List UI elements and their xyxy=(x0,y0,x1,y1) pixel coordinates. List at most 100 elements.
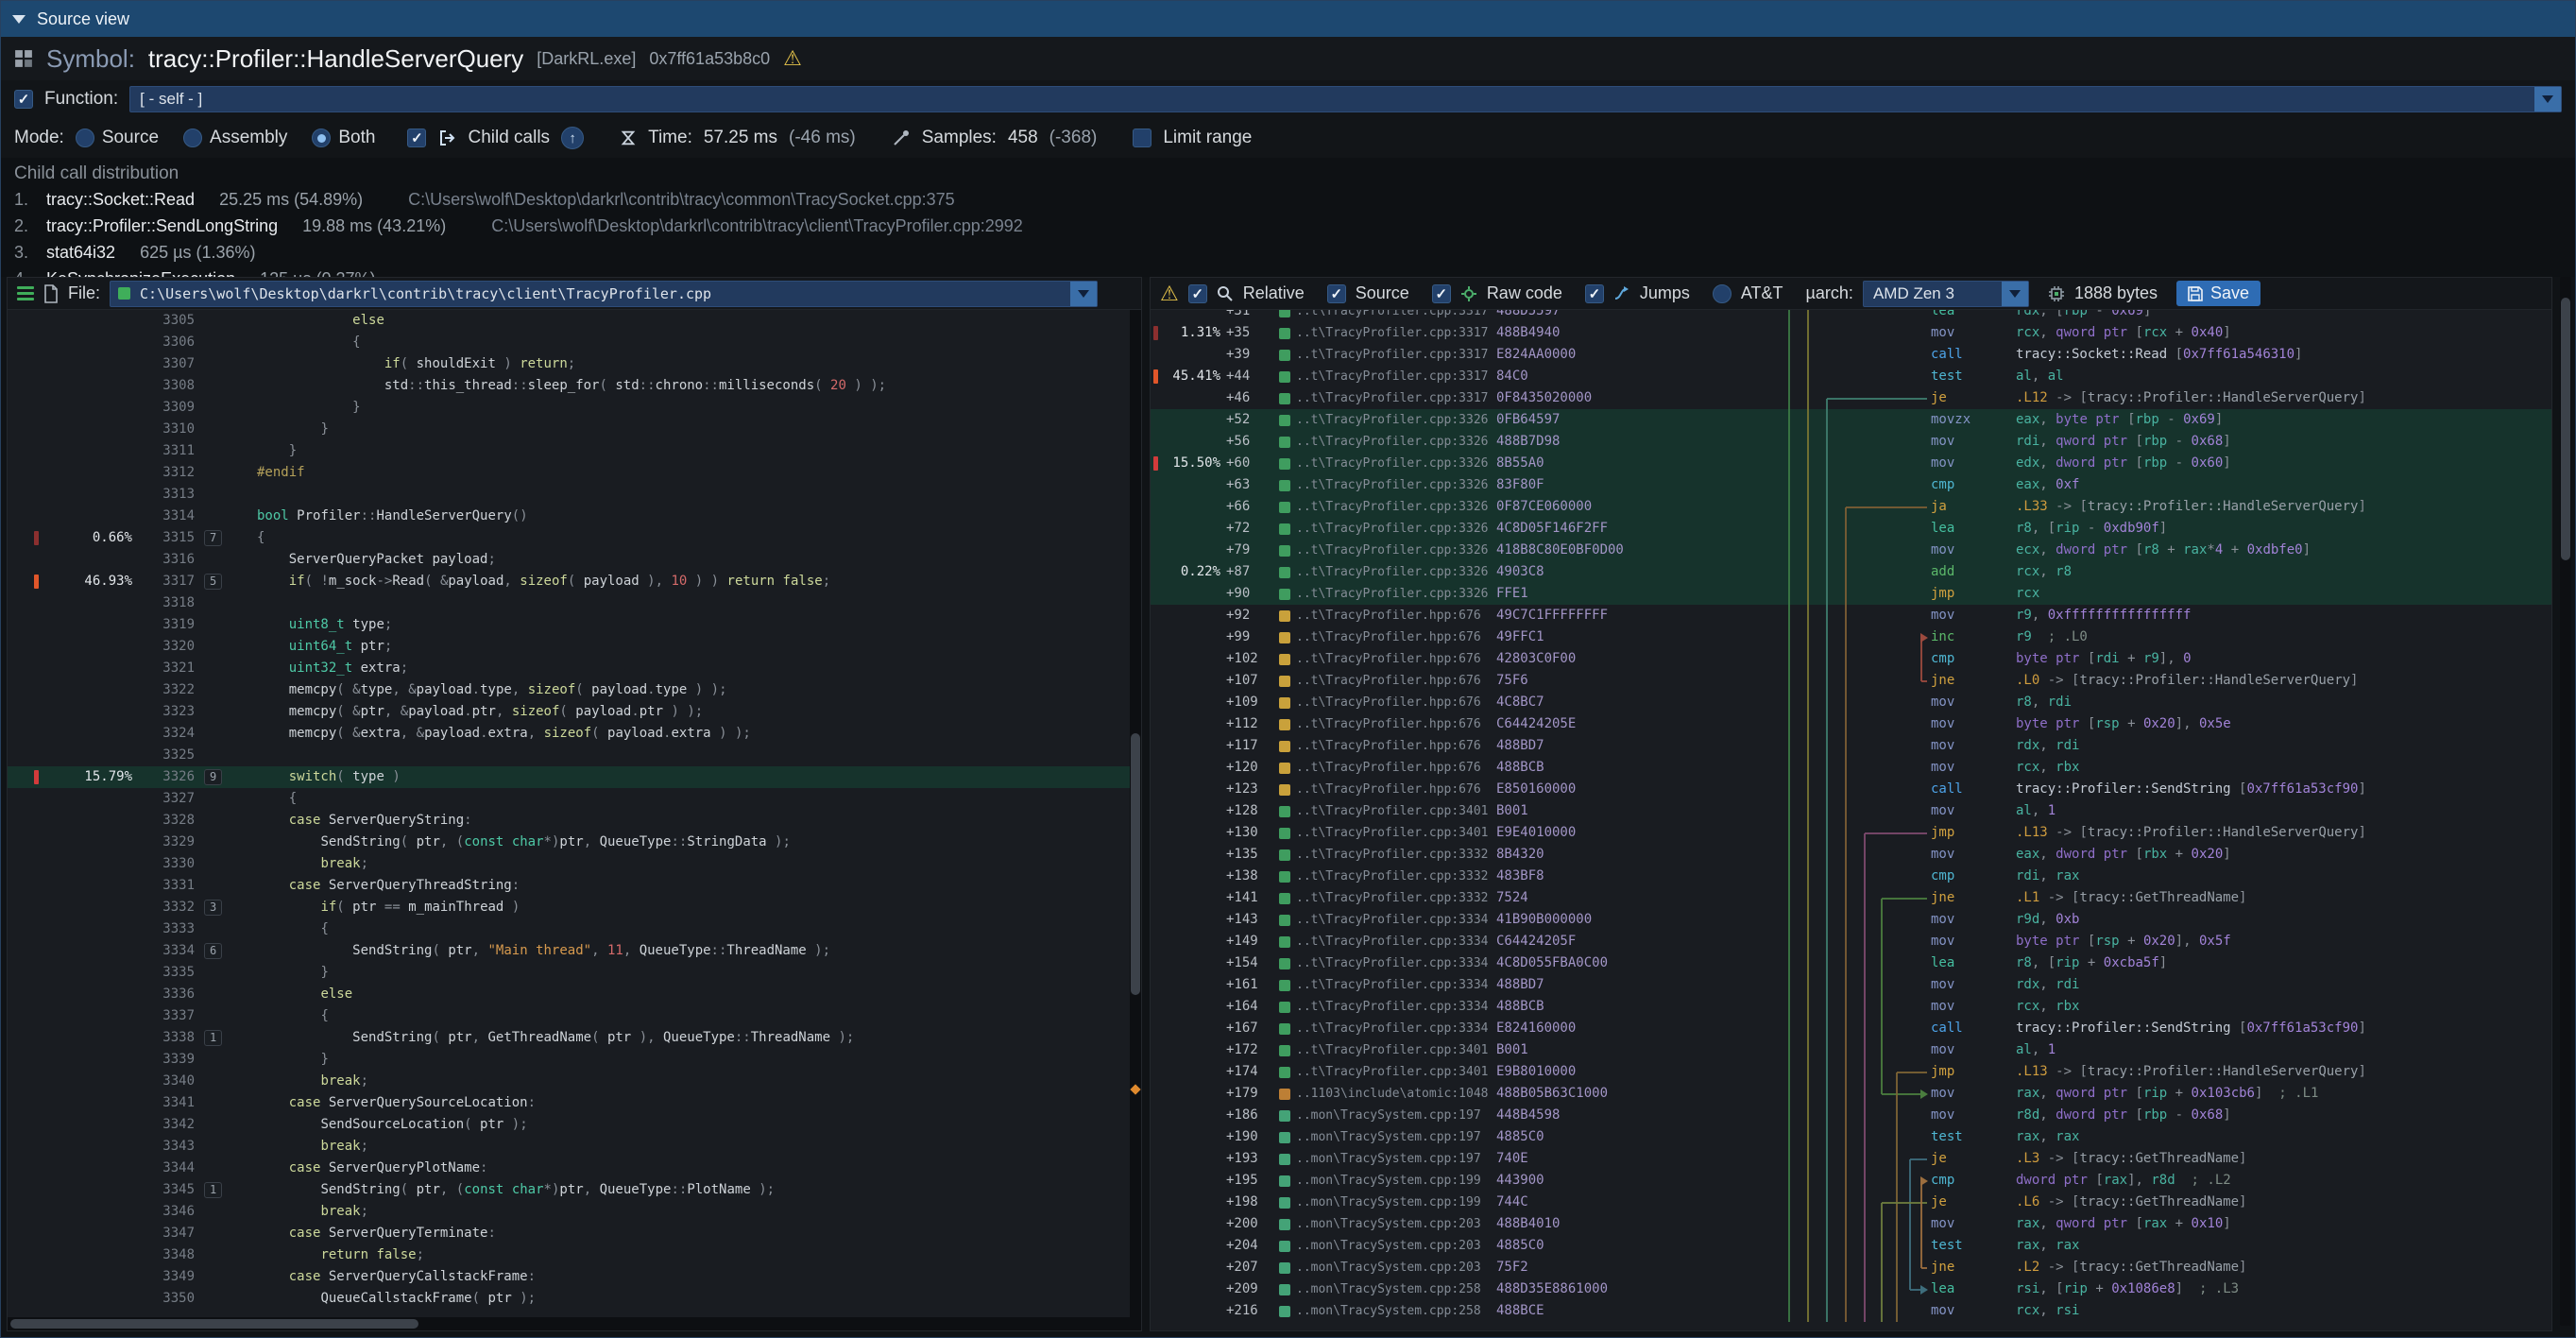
asm-source-location[interactable]: ..mon\TracySystem.cpp:199 xyxy=(1279,1170,1496,1192)
source-line[interactable]: 3349 case ServerQueryCallstackFrame: xyxy=(8,1266,1141,1288)
asm-row[interactable]: +130..t\TracyProfiler.cpp:3401E9E4010000… xyxy=(1151,822,2551,844)
asm-source-location[interactable]: ..t\TracyProfiler.cpp:3401 xyxy=(1279,800,1496,822)
asm-row[interactable]: +172..t\TracyProfiler.cpp:3401B001moval,… xyxy=(1151,1039,2551,1061)
mode-radio-both[interactable]: Both xyxy=(312,128,375,148)
asm-source-location[interactable]: ..t\TracyProfiler.hpp:676 xyxy=(1279,735,1496,757)
source-line[interactable]: 3305 else xyxy=(8,310,1141,332)
asm-source-location[interactable]: ..mon\TracySystem.cpp:197 xyxy=(1279,1148,1496,1170)
asm-row[interactable]: +39..t\TracyProfiler.cpp:3317E824AA0000c… xyxy=(1151,344,2551,366)
assembly-view[interactable]: +31..t\TracyProfiler.cpp:3317488D5597lea… xyxy=(1151,310,2551,1330)
asm-source-location[interactable]: ..t\TracyProfiler.cpp:3334 xyxy=(1279,974,1496,996)
source-line[interactable]: 3307 if( shouldExit ) return; xyxy=(8,353,1141,375)
source-line[interactable]: 3306 { xyxy=(8,332,1141,353)
asm-row[interactable]: +117..t\TracyProfiler.hpp:676488BD7movrd… xyxy=(1151,735,2551,757)
asm-source-location[interactable]: ..mon\TracySystem.cpp:197 xyxy=(1279,1126,1496,1148)
asm-source-location[interactable]: ..t\TracyProfiler.cpp:3326 xyxy=(1279,409,1496,431)
asm-row[interactable]: 1.31%+35..t\TracyProfiler.cpp:3317488B49… xyxy=(1151,322,2551,344)
function-combo[interactable]: [ - self - ] xyxy=(129,86,2562,112)
source-line[interactable]: 15.79%33269 switch( type ) xyxy=(8,766,1141,788)
source-line[interactable]: 3336 else xyxy=(8,984,1141,1005)
asm-row[interactable]: +190..mon\TracySystem.cpp:1974885C0testr… xyxy=(1151,1126,2551,1148)
asm-source-location[interactable]: ..t\TracyProfiler.cpp:3332 xyxy=(1279,887,1496,909)
att-radio[interactable] xyxy=(1713,284,1732,303)
asm-source-location[interactable]: ..1103\include\atomic:1048 xyxy=(1279,1083,1496,1105)
asm-row[interactable]: +112..t\TracyProfiler.hpp:676C64424205Em… xyxy=(1151,713,2551,735)
source-line[interactable]: 3335 } xyxy=(8,962,1141,984)
asm-row[interactable]: +109..t\TracyProfiler.hpp:6764C8BC7movr8… xyxy=(1151,692,2551,713)
asm-source-location[interactable]: ..mon\TracySystem.cpp:258 xyxy=(1279,1300,1496,1322)
asm-source-location[interactable]: ..t\TracyProfiler.cpp:3332 xyxy=(1279,866,1496,887)
asm-row[interactable]: +90..t\TracyProfiler.cpp:3326FFE1jmprcx xyxy=(1151,583,2551,605)
asm-row[interactable]: +31..t\TracyProfiler.cpp:3317488D5597lea… xyxy=(1151,310,2551,322)
source-checkbox[interactable] xyxy=(1327,284,1346,303)
source-line[interactable]: 3320 uint64_t ptr; xyxy=(8,636,1141,658)
asm-source-location[interactable]: ..t\TracyProfiler.cpp:3326 xyxy=(1279,453,1496,474)
asm-source-location[interactable]: ..t\TracyProfiler.cpp:3326 xyxy=(1279,474,1496,496)
asm-source-location[interactable]: ..mon\TracySystem.cpp:258 xyxy=(1279,1278,1496,1300)
asm-row[interactable]: +164..t\TracyProfiler.cpp:3334488BCBmovr… xyxy=(1151,996,2551,1018)
asm-source-location[interactable]: ..t\TracyProfiler.cpp:3317 xyxy=(1279,387,1496,409)
asm-source-location[interactable]: ..t\TracyProfiler.hpp:676 xyxy=(1279,713,1496,735)
scrollbar-thumb[interactable] xyxy=(2561,298,2570,560)
asm-row[interactable]: +99..t\TracyProfiler.hpp:67649FFC1incr9 … xyxy=(1151,626,2551,648)
asm-row[interactable]: +128..t\TracyProfiler.cpp:3401B001moval,… xyxy=(1151,800,2551,822)
asm-source-location[interactable]: ..t\TracyProfiler.cpp:3334 xyxy=(1279,931,1496,952)
source-line[interactable]: 3350 QueueCallstackFrame( ptr ); xyxy=(8,1288,1141,1310)
source-line[interactable]: 3344 case ServerQueryPlotName: xyxy=(8,1158,1141,1179)
asm-row[interactable]: 0.22%+87..t\TracyProfiler.cpp:33264903C8… xyxy=(1151,561,2551,583)
source-line[interactable]: 3322 memcpy( &type, &payload.type, sizeo… xyxy=(8,679,1141,701)
asm-row[interactable]: +141..t\TracyProfiler.cpp:33327524jne.L1… xyxy=(1151,887,2551,909)
save-button[interactable]: Save xyxy=(2176,281,2260,306)
source-line[interactable]: 3327 { xyxy=(8,788,1141,810)
source-line[interactable]: 3343 break; xyxy=(8,1136,1141,1158)
source-line[interactable]: 3324 memcpy( &extra, &payload.extra, siz… xyxy=(8,723,1141,745)
source-line[interactable]: 3308 std::this_thread::sleep_for( std::c… xyxy=(8,375,1141,397)
source-files-icon[interactable] xyxy=(17,286,34,300)
source-code-view[interactable]: 3305 else3306 {3307 if( shouldExit ) ret… xyxy=(8,310,1141,1317)
asm-row[interactable]: +200..mon\TracySystem.cpp:203488B4010mov… xyxy=(1151,1213,2551,1235)
source-line[interactable]: 3309 } xyxy=(8,397,1141,419)
source-line[interactable]: 3316 ServerQueryPacket payload; xyxy=(8,549,1141,571)
asm-row[interactable]: +107..t\TracyProfiler.hpp:67675F6jne.L0 … xyxy=(1151,670,2551,692)
asm-source-location[interactable]: ..t\TracyProfiler.cpp:3317 xyxy=(1279,366,1496,387)
relative-checkbox[interactable] xyxy=(1188,284,1207,303)
asm-row[interactable]: +154..t\TracyProfiler.cpp:33344C8D055FBA… xyxy=(1151,952,2551,974)
asm-source-location[interactable]: ..t\TracyProfiler.cpp:3334 xyxy=(1279,952,1496,974)
source-line[interactable]: 3333 { xyxy=(8,918,1141,940)
asm-source-location[interactable]: ..mon\TracySystem.cpp:203 xyxy=(1279,1235,1496,1257)
asm-source-location[interactable]: ..t\TracyProfiler.cpp:3401 xyxy=(1279,1039,1496,1061)
collapse-triangle-icon[interactable] xyxy=(12,15,26,24)
asm-row[interactable]: +209..mon\TracySystem.cpp:258488D35E8861… xyxy=(1151,1278,2551,1300)
source-line[interactable]: 3312#endif xyxy=(8,462,1141,484)
source-line[interactable]: 3319 uint8_t type; xyxy=(8,614,1141,636)
raw-code-checkbox[interactable] xyxy=(1432,284,1451,303)
source-line[interactable]: 3340 break; xyxy=(8,1071,1141,1092)
asm-row[interactable]: +72..t\TracyProfiler.cpp:33264C8D05F146F… xyxy=(1151,518,2551,540)
asm-source-location[interactable]: ..t\TracyProfiler.cpp:3326 xyxy=(1279,540,1496,561)
asm-source-location[interactable]: ..t\TracyProfiler.hpp:676 xyxy=(1279,626,1496,648)
asm-source-location[interactable]: ..t\TracyProfiler.hpp:676 xyxy=(1279,605,1496,626)
source-line[interactable]: 3325 xyxy=(8,745,1141,766)
source-line[interactable]: 3346 break; xyxy=(8,1201,1141,1223)
mode-radio-assembly[interactable]: Assembly xyxy=(183,128,287,148)
asm-row[interactable]: +167..t\TracyProfiler.cpp:3334E824160000… xyxy=(1151,1018,2551,1039)
asm-source-location[interactable]: ..mon\TracySystem.cpp:199 xyxy=(1279,1192,1496,1213)
asm-source-location[interactable]: ..mon\TracySystem.cpp:203 xyxy=(1279,1213,1496,1235)
asm-row[interactable]: +135..t\TracyProfiler.cpp:33328B4320move… xyxy=(1151,844,2551,866)
asm-row[interactable]: +46..t\TracyProfiler.cpp:33170F843502000… xyxy=(1151,387,2551,409)
source-line[interactable]: 46.93%33175 if( !m_sock->Read( &payload,… xyxy=(8,571,1141,592)
source-line[interactable]: 3330 break; xyxy=(8,853,1141,875)
source-line[interactable]: 0.66%33157{ xyxy=(8,527,1141,549)
asm-source-location[interactable]: ..mon\TracySystem.cpp:203 xyxy=(1279,1257,1496,1278)
asm-source-location[interactable]: ..t\TracyProfiler.hpp:676 xyxy=(1279,779,1496,800)
source-line[interactable]: 3339 } xyxy=(8,1049,1141,1071)
asm-source-location[interactable]: ..t\TracyProfiler.cpp:3317 xyxy=(1279,344,1496,366)
asm-source-location[interactable]: ..t\TracyProfiler.cpp:3326 xyxy=(1279,583,1496,605)
asm-row[interactable]: +143..t\TracyProfiler.cpp:333441B90B0000… xyxy=(1151,909,2551,931)
asm-source-location[interactable]: ..t\TracyProfiler.hpp:676 xyxy=(1279,692,1496,713)
file-combo[interactable]: C:\Users\wolf\Desktop\darkrl\contrib\tra… xyxy=(110,281,1098,307)
asm-source-location[interactable]: ..t\TracyProfiler.cpp:3326 xyxy=(1279,431,1496,453)
assembly-vertical-scrollbar[interactable] xyxy=(2560,277,2571,1326)
asm-row[interactable]: +195..mon\TracySystem.cpp:199443900cmpdw… xyxy=(1151,1170,2551,1192)
asm-source-location[interactable]: ..t\TracyProfiler.cpp:3326 xyxy=(1279,496,1496,518)
